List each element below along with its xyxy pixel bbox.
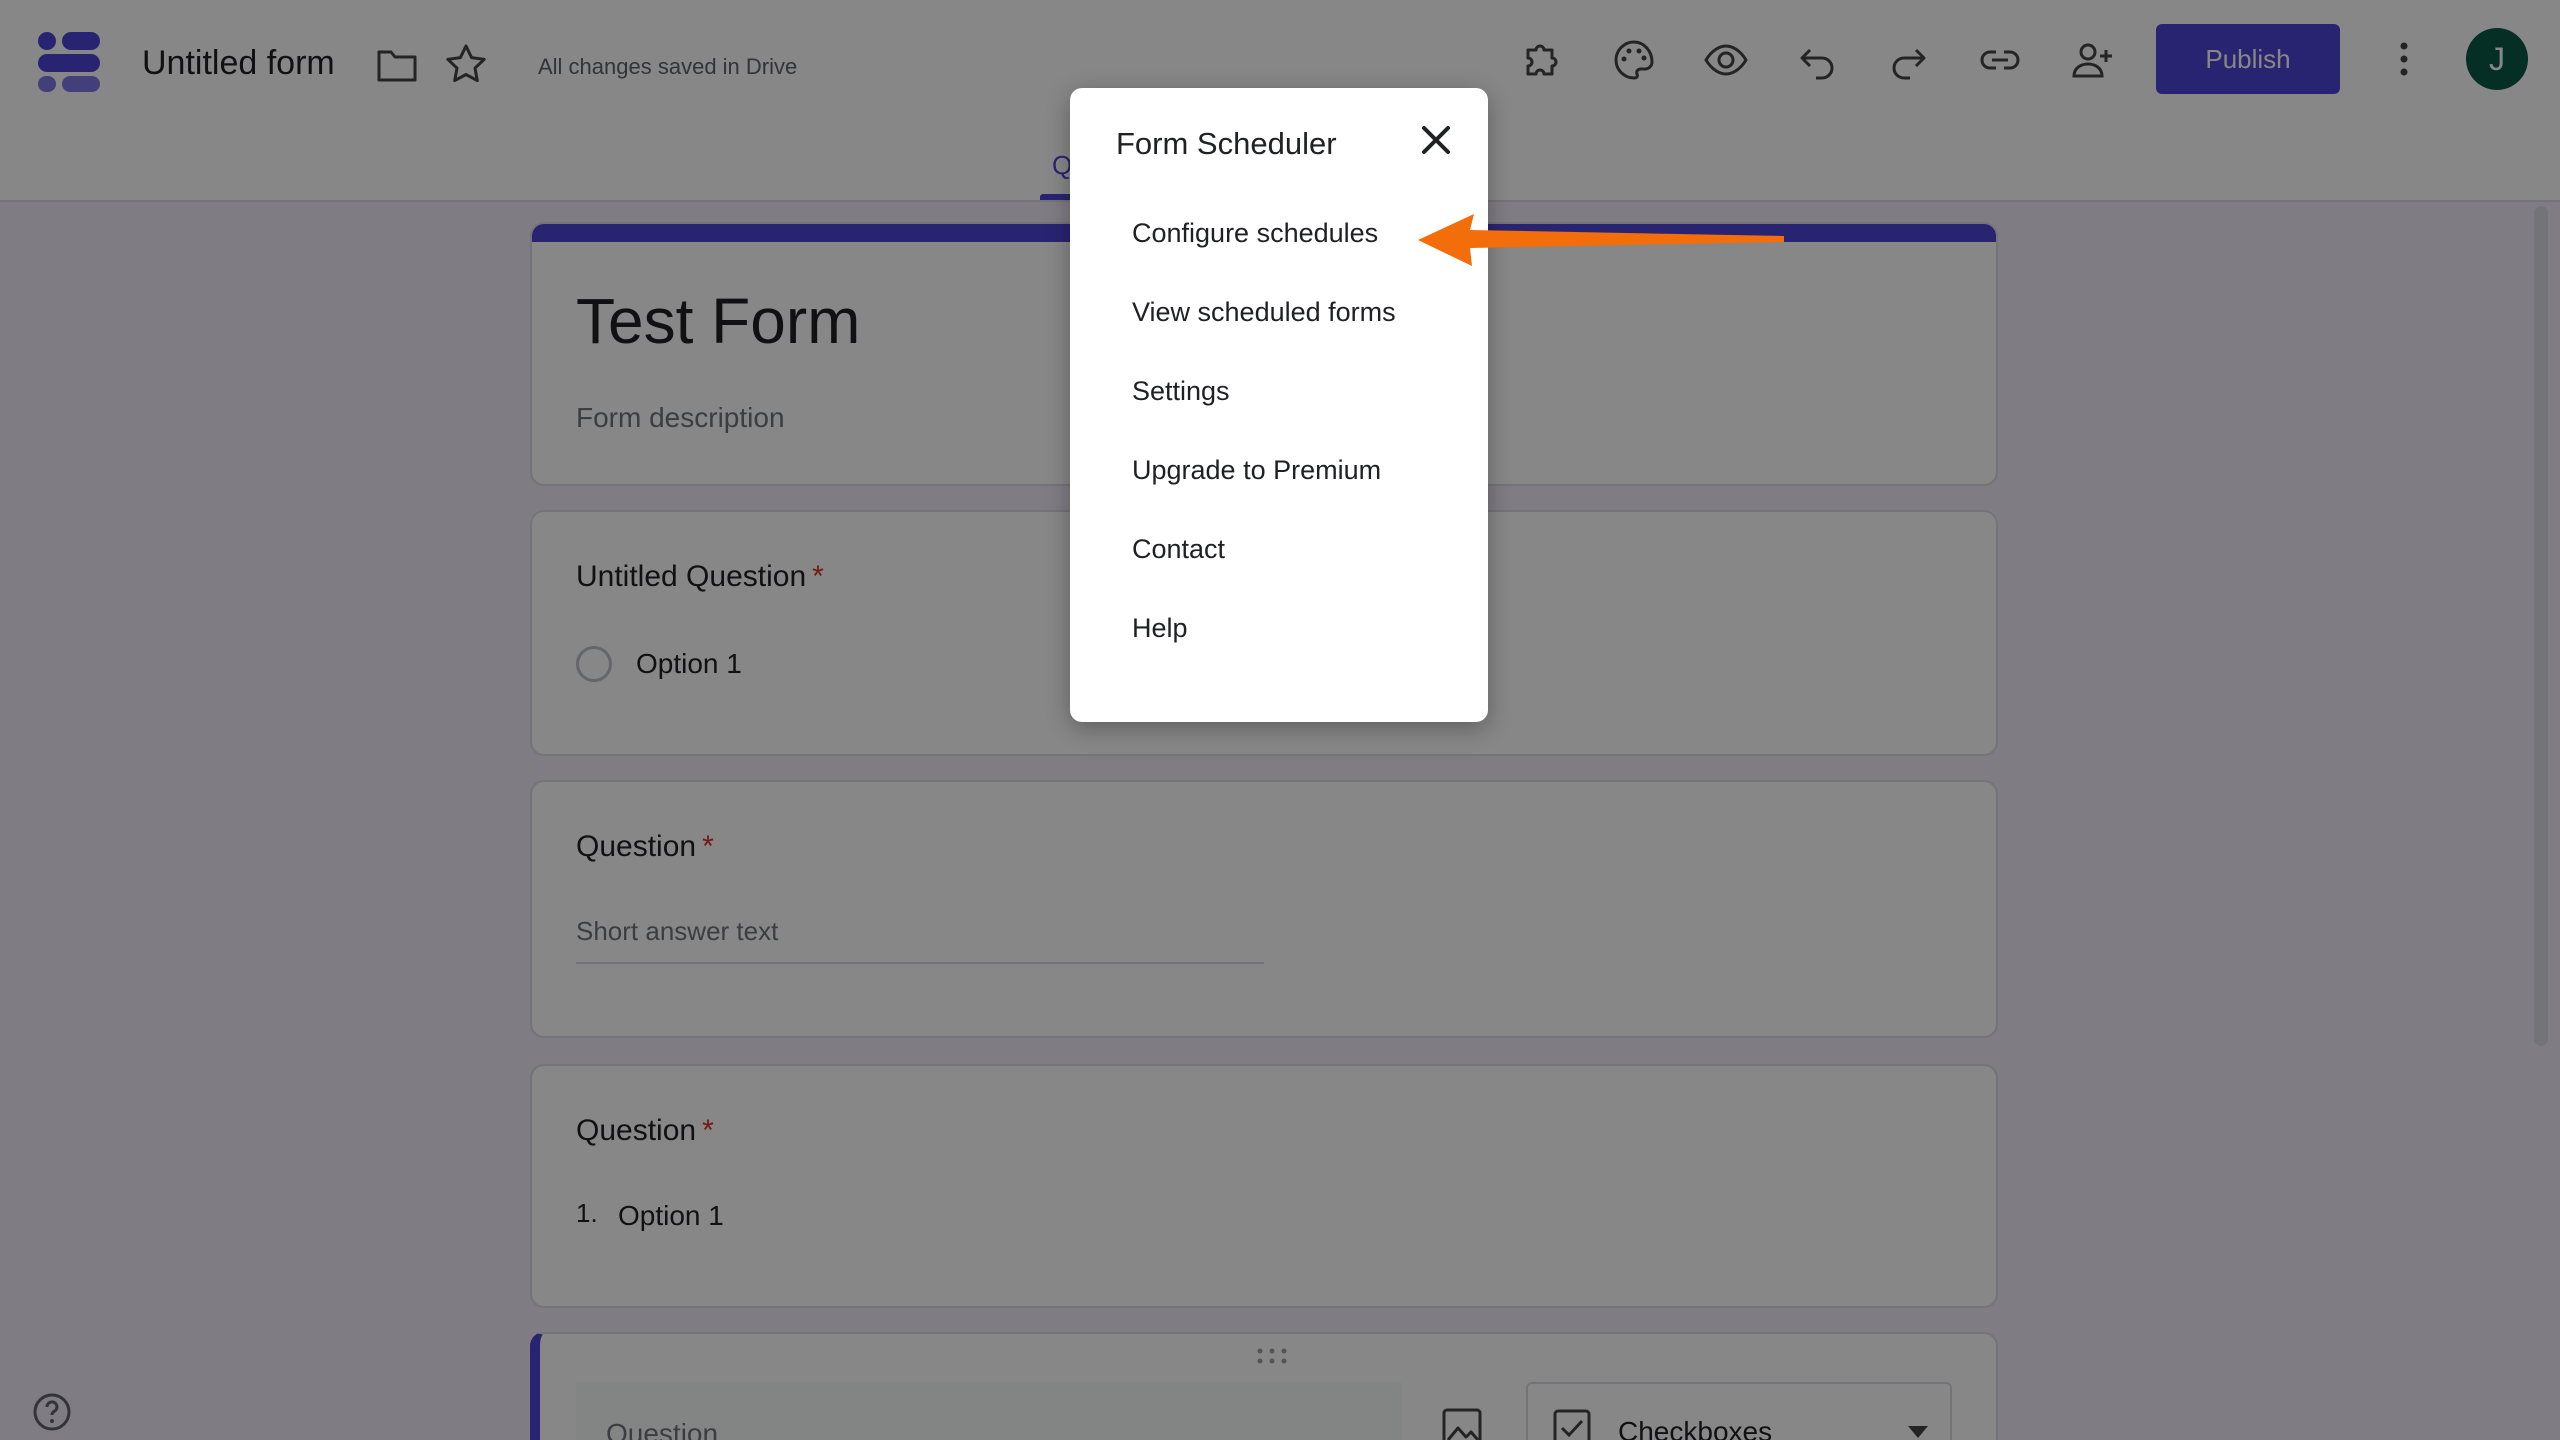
menu-item-configure-schedules[interactable]: Configure schedules [1132, 218, 1378, 249]
close-icon[interactable] [1416, 120, 1456, 160]
menu-item-view-scheduled-forms[interactable]: View scheduled forms [1132, 297, 1396, 328]
form-scheduler-menu: Form Scheduler Configure schedules View … [1070, 88, 1488, 722]
menu-item-contact[interactable]: Contact [1132, 534, 1225, 565]
menu-item-upgrade-premium[interactable]: Upgrade to Premium [1132, 455, 1381, 486]
popup-title: Form Scheduler [1116, 126, 1337, 161]
menu-item-help[interactable]: Help [1132, 613, 1188, 644]
annotation-arrow-icon [1418, 214, 1784, 266]
menu-item-settings[interactable]: Settings [1132, 376, 1230, 407]
